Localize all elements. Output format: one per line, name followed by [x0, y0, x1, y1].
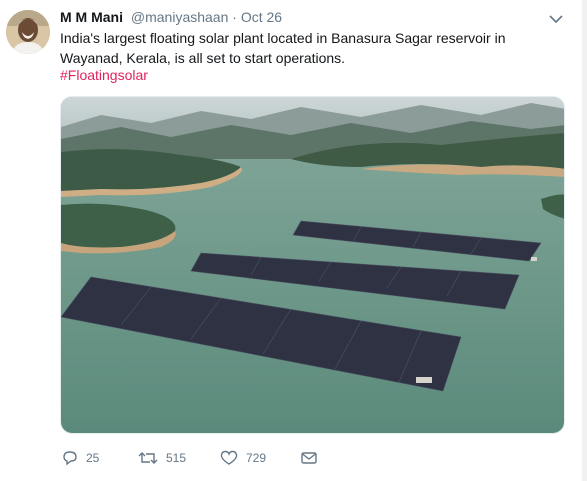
tweet-date[interactable]: Oct 26 [241, 9, 282, 25]
scrollbar[interactable] [582, 0, 587, 481]
like-button[interactable]: 729 [220, 447, 266, 469]
retweet-icon [138, 452, 158, 464]
retweet-button[interactable]: 515 [138, 447, 186, 469]
like-count: 729 [246, 451, 267, 465]
header-separator: · [232, 9, 237, 25]
tweet: M M Mani @maniyashaan · Oct 26 India's l… [0, 0, 587, 481]
author-handle[interactable]: @maniyashaan [131, 9, 229, 25]
author-name[interactable]: M M Mani [60, 9, 123, 25]
tweet-header: M M Mani @maniyashaan · Oct 26 [60, 9, 282, 25]
floating-solar-photo [61, 97, 564, 433]
tweet-actions: 25 515 729 [60, 447, 360, 469]
tweet-text-line: Wayanad, Kerala, is all set to start ope… [60, 50, 346, 66]
avatar[interactable] [6, 10, 50, 54]
direct-message-button[interactable] [300, 447, 318, 469]
reply-count: 25 [86, 451, 100, 465]
avatar-photo [6, 10, 50, 54]
chevron-down-icon[interactable] [549, 14, 563, 24]
hashtag-link[interactable]: #Floatingsolar [60, 67, 148, 83]
envelope-icon [301, 452, 317, 464]
tweet-text: India's largest floating solar plant loc… [60, 28, 530, 68]
tweet-photo[interactable] [60, 96, 565, 434]
reply-button[interactable]: 25 [62, 447, 99, 469]
heart-icon [220, 450, 238, 465]
retweet-count: 515 [166, 451, 187, 465]
tweet-text-line: India's largest floating solar plant loc… [60, 30, 506, 46]
reply-icon [63, 451, 77, 466]
